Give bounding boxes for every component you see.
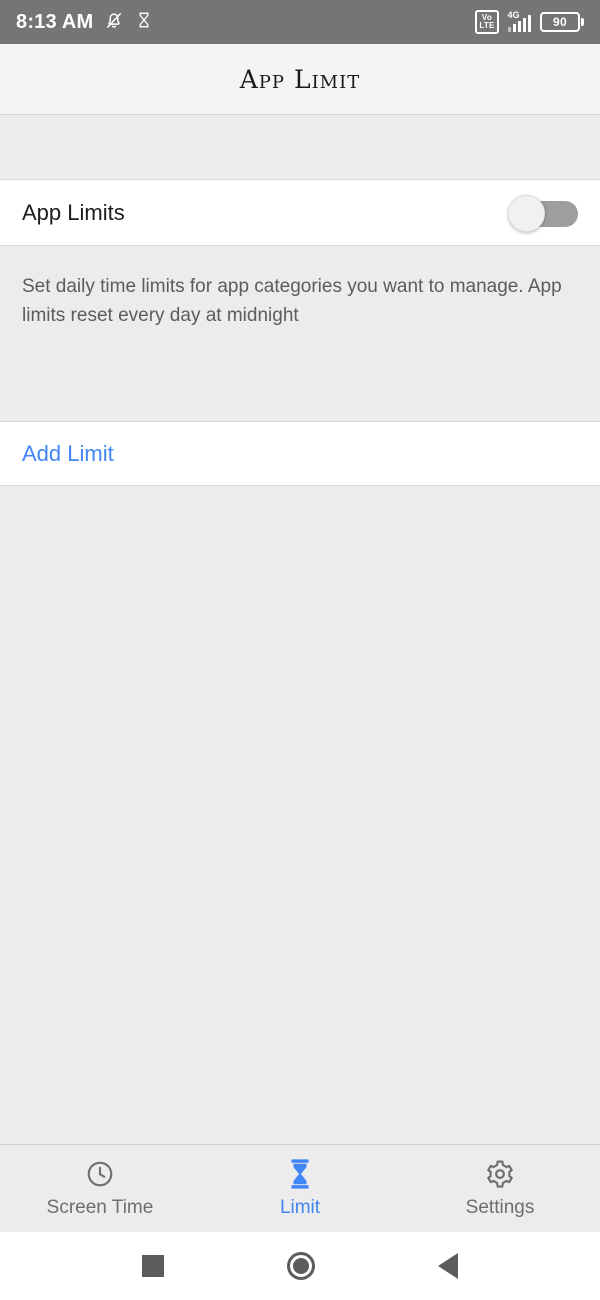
app-limits-toggle[interactable]: [508, 194, 578, 232]
description-section: Set daily time limits for app categories…: [0, 246, 600, 422]
status-bar: 8:13 AM Vo LTE 4G 90: [0, 0, 600, 44]
clock-icon: [85, 1158, 115, 1190]
tab-label-screen-time: Screen Time: [46, 1197, 154, 1218]
gear-icon: [485, 1158, 515, 1190]
triangle-back-icon[interactable]: [438, 1253, 459, 1279]
description-text: Set daily time limits for app categories…: [22, 276, 562, 326]
volte-icon: Vo LTE: [475, 10, 499, 34]
top-spacer-section: [0, 115, 600, 180]
add-limit-button[interactable]: Add Limit: [0, 422, 600, 486]
tab-label-settings: Settings: [465, 1197, 535, 1218]
tab-limit[interactable]: Limit: [200, 1158, 400, 1219]
battery-icon: 90: [540, 12, 584, 32]
signal-strength-icon: 4G: [507, 10, 531, 32]
phone-screen: 8:13 AM Vo LTE 4G 90 App Limit App Limit…: [0, 0, 600, 1300]
app-limits-label: App Limits: [22, 199, 125, 225]
tab-screen-time[interactable]: Screen Time: [0, 1158, 200, 1219]
hourglass-icon: [135, 10, 153, 35]
bottom-tab-bar: Screen Time Limit Settings: [0, 1144, 600, 1232]
android-nav-bar: [0, 1232, 600, 1300]
content-area: App Limits Set daily time limits for app…: [0, 115, 600, 1144]
app-bar: App Limit: [0, 44, 600, 115]
page-title: App Limit: [239, 64, 361, 94]
notifications-off-icon: [104, 10, 124, 35]
add-limit-label: Add Limit: [22, 440, 114, 466]
tab-settings[interactable]: Settings: [400, 1158, 600, 1219]
toggle-thumb: [508, 194, 545, 232]
circle-home-icon[interactable]: [286, 1252, 315, 1280]
square-recents-icon[interactable]: [141, 1255, 164, 1277]
status-bar-right: Vo LTE 4G 90: [475, 10, 584, 34]
app-limits-row[interactable]: App Limits: [0, 180, 600, 246]
status-bar-left: 8:13 AM: [16, 10, 153, 35]
tab-label-limit: Limit: [279, 1197, 321, 1218]
battery-level-text: 90: [540, 12, 580, 32]
hourglass-icon: [287, 1158, 313, 1190]
empty-limits-area: [0, 486, 600, 1144]
status-bar-clock: 8:13 AM: [16, 10, 94, 33]
